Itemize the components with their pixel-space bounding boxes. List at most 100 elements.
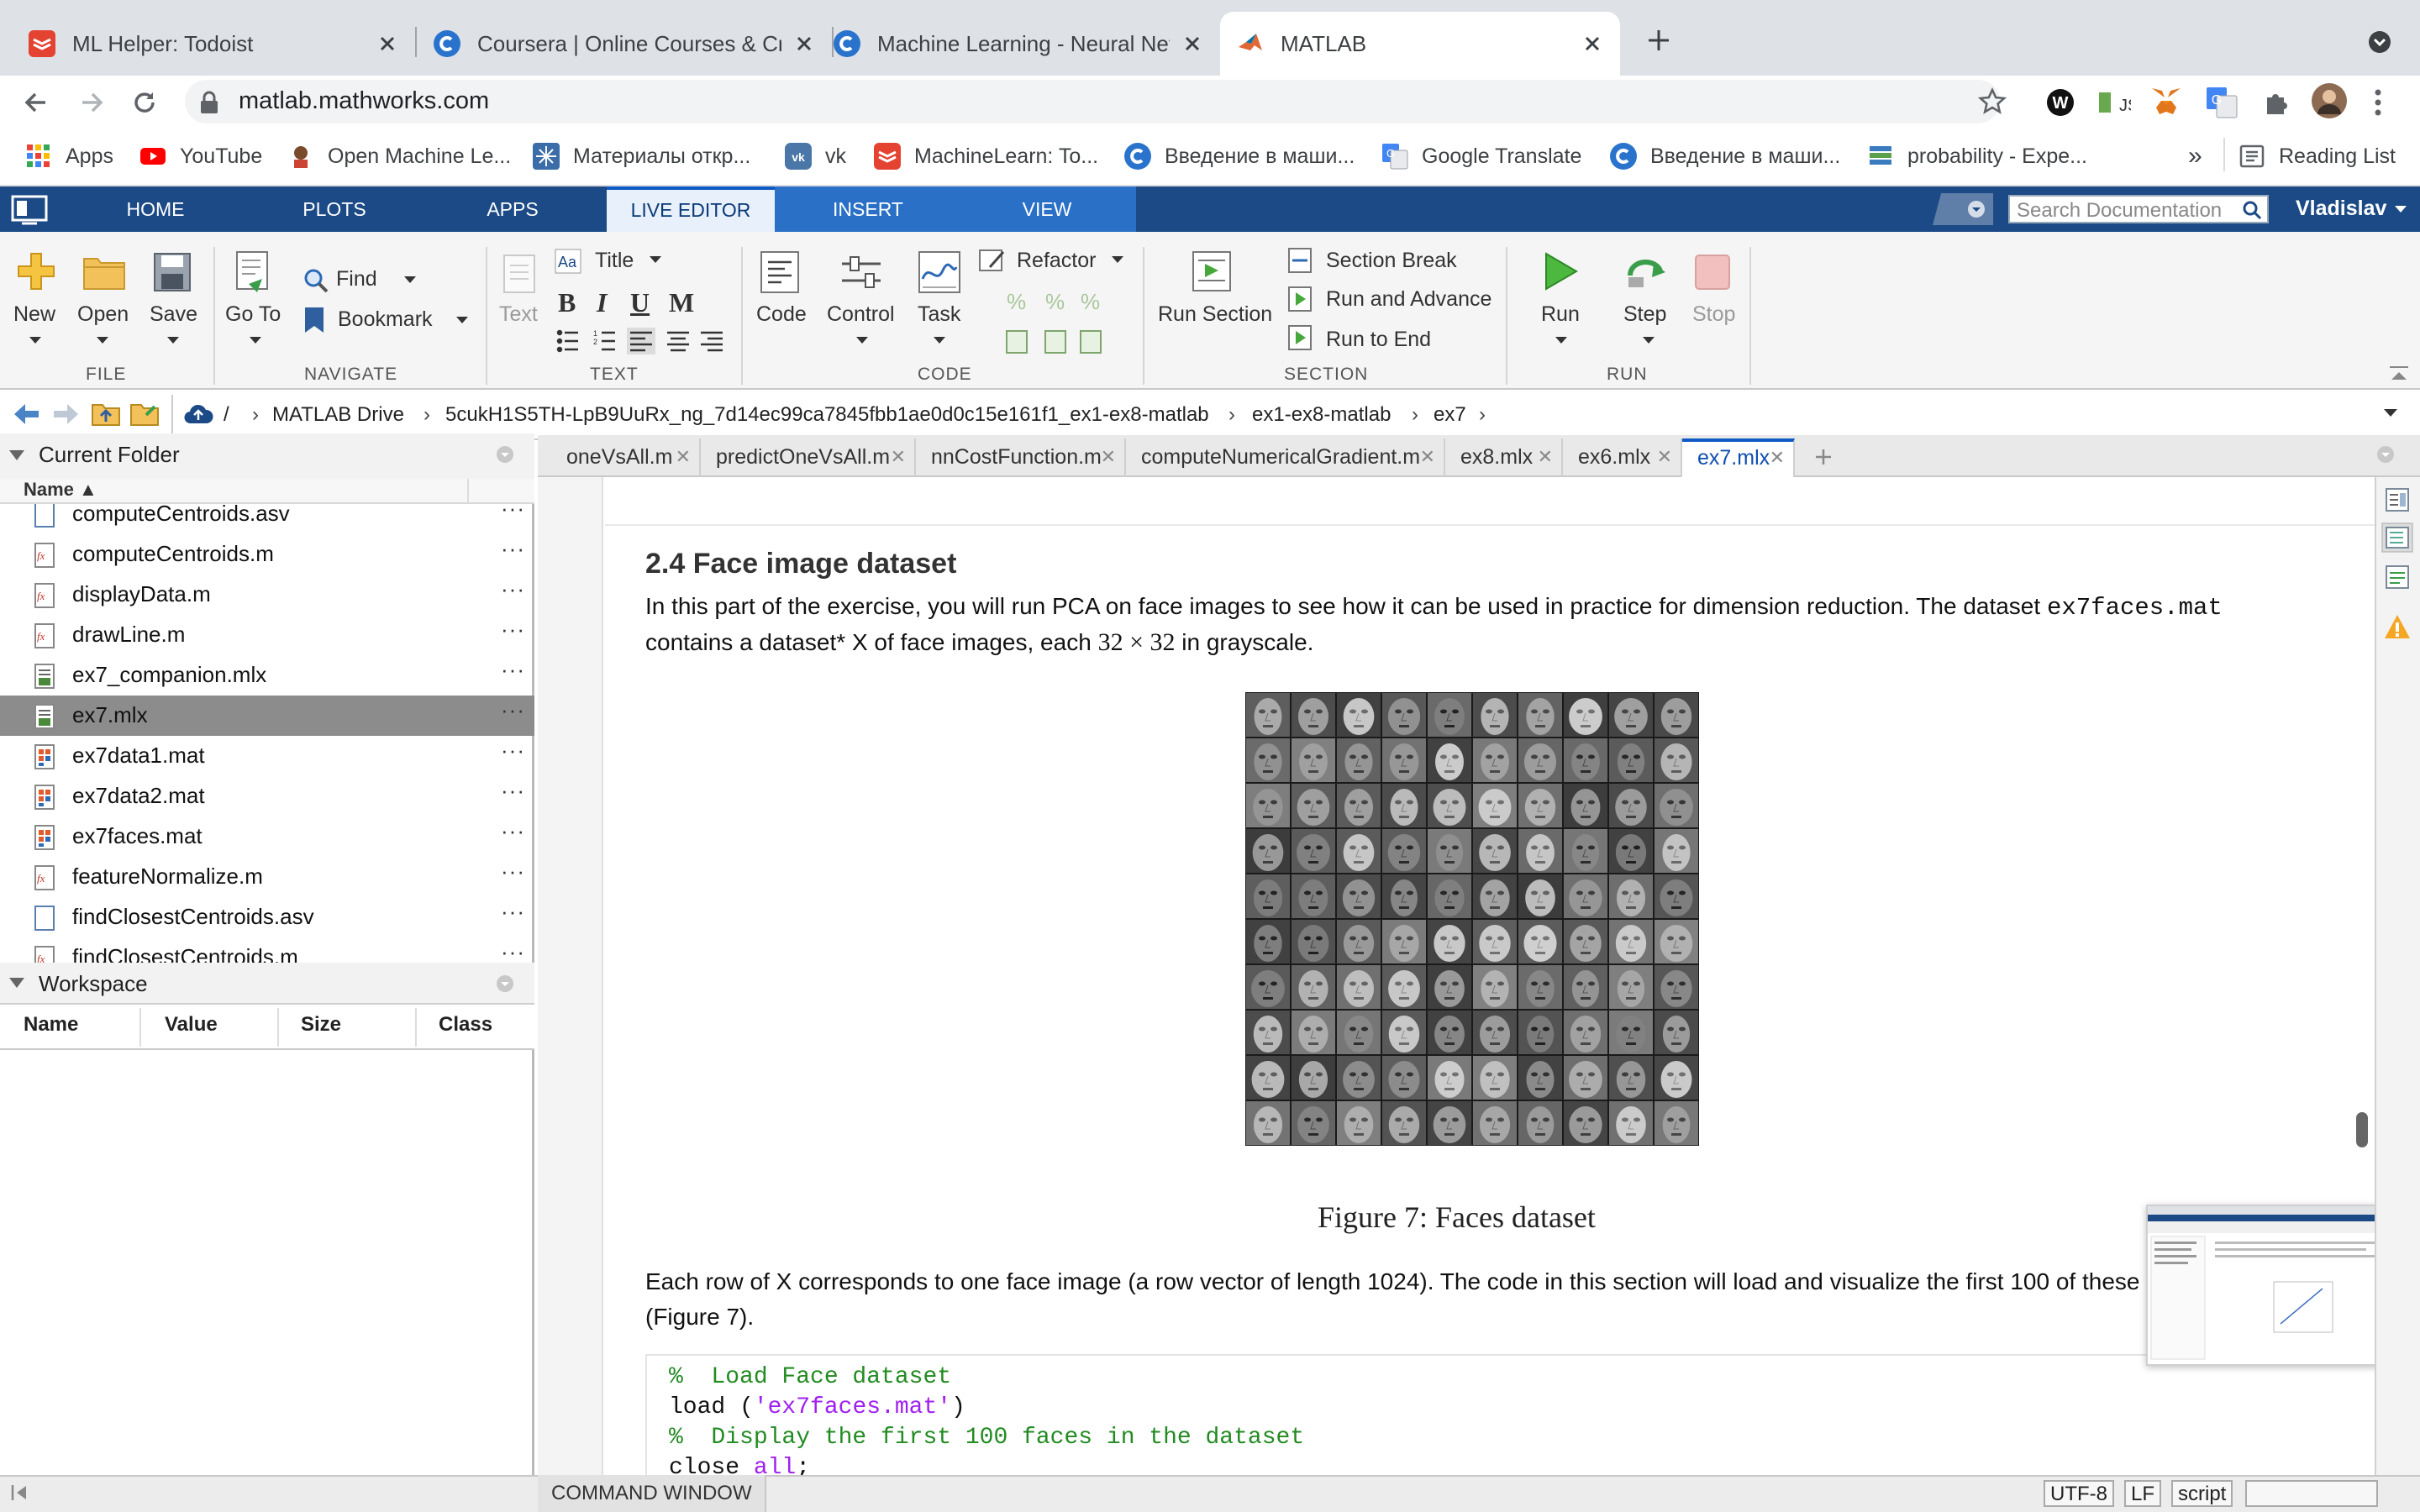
bookmark-machinelearn[interactable]: MachineLearn: To... [874, 141, 1098, 171]
run-section-icon[interactable] [1192, 250, 1234, 294]
user-menu[interactable]: Vladislav [2296, 197, 2386, 221]
task-button[interactable]: Task [918, 302, 960, 327]
bookmark-intro-ml-1[interactable]: Введение в маши... [1124, 141, 1355, 171]
bookmark-materials[interactable]: Материалы откр... [533, 141, 750, 171]
run-to-end-button[interactable]: Run to End [1326, 328, 1431, 352]
find-magnifier-icon[interactable] [302, 267, 329, 294]
breadcrumb-matlab-drive[interactable]: MATLAB Drive [272, 403, 404, 427]
open-button[interactable]: Open [77, 302, 129, 327]
breadcrumb-ex1-ex8[interactable]: ex1-ex8-matlab [1252, 403, 1391, 427]
file-row[interactable]: ex7_companion.mlx ··· [0, 655, 534, 696]
cloud-drive-icon[interactable] [183, 403, 213, 425]
text-document-icon[interactable] [502, 254, 536, 294]
matlab-layout-icon[interactable] [10, 193, 49, 225]
underline-button[interactable]: U [630, 287, 650, 318]
file-row[interactable]: fx computeCentroids.m ··· [0, 534, 534, 575]
close-icon[interactable] [792, 31, 817, 56]
new-dropdown-icon[interactable] [29, 336, 42, 344]
bold-button[interactable]: B [558, 287, 576, 318]
bookmark-button[interactable]: Bookmark [338, 307, 433, 332]
address-history-dropdown-icon[interactable] [2383, 408, 2398, 418]
save-button[interactable]: Save [150, 302, 197, 327]
control-dropdown-icon[interactable] [855, 336, 869, 344]
js-extension-icon[interactable]: JS [2097, 87, 2131, 118]
code-block[interactable]: % Load Face dataset load ('ex7faces.mat'… [645, 1354, 2376, 1481]
lock-icon[interactable] [198, 91, 220, 114]
file-actions-icon[interactable]: ··· [501, 738, 525, 764]
workspace-col-class[interactable]: Class [439, 1013, 492, 1037]
breadcrumb-root[interactable]: / [224, 403, 229, 427]
workspace-col-name[interactable]: Name [24, 1013, 78, 1037]
search-icon[interactable] [2242, 200, 2262, 220]
refactor-dropdown-icon[interactable] [1111, 255, 1124, 264]
kebab-menu-icon[interactable] [2371, 86, 2385, 119]
editor-tab[interactable]: predictOneVsAll.m ✕ [701, 438, 916, 477]
forward-arrow-icon[interactable] [77, 87, 108, 118]
editor-actions-icon[interactable] [2376, 445, 2395, 464]
browser-tab-matlab[interactable]: MATLAB [1220, 12, 1620, 76]
editor-tab[interactable]: ex6.mlx ✕ [1563, 438, 1682, 477]
tab-apps[interactable]: APPS [471, 186, 555, 232]
file-row[interactable]: fx drawLine.m ··· [0, 615, 534, 655]
text-button[interactable]: Text [499, 302, 538, 327]
run-to-end-icon[interactable] [1287, 324, 1314, 351]
url-text[interactable]: matlab.mathworks.com [239, 87, 489, 115]
user-menu-chevron-icon[interactable] [2393, 203, 2408, 215]
bookmark-google-translate[interactable]: G Google Translate [1381, 141, 1581, 171]
refactor-icon[interactable] [978, 247, 1007, 274]
bookmark-intro-ml-2[interactable]: Введение в маши... [1610, 141, 1840, 171]
open-folder-icon[interactable] [82, 254, 126, 291]
browse-folder-icon[interactable] [129, 400, 161, 427]
editor-tab[interactable]: oneVsAll.m ✕ [551, 438, 701, 477]
tab-search-chevron-icon[interactable] [2368, 30, 2391, 54]
up-folder-icon[interactable] [91, 400, 121, 427]
open-dropdown-icon[interactable] [96, 336, 109, 344]
control-slider-icon[interactable] [839, 252, 884, 292]
refactor-button[interactable]: Refactor [1017, 249, 1096, 273]
output-inline-icon[interactable] [2385, 487, 2410, 512]
output-right-icon[interactable] [2381, 522, 2413, 553]
close-tab-icon[interactable]: ✕ [676, 438, 691, 475]
close-tab-icon[interactable]: ✕ [1770, 442, 1785, 474]
bookmark-youtube[interactable]: YouTube [139, 141, 262, 171]
browser-tab-ml-neural[interactable]: Machine Learning - Neural Netw [834, 12, 1220, 76]
save-disk-icon[interactable] [153, 252, 192, 292]
name-column-header[interactable]: Name ▲ [24, 479, 97, 501]
file-row[interactable]: fx findClosestCentroids.m ··· [0, 937, 534, 963]
panel-actions-icon[interactable] [496, 974, 514, 993]
run-button[interactable]: Run [1541, 302, 1580, 327]
file-row[interactable]: computeCentroids.asv ··· [0, 504, 534, 534]
file-actions-icon[interactable]: ··· [501, 617, 525, 643]
section-break-icon[interactable] [1287, 247, 1314, 274]
stop-square-icon[interactable] [1694, 254, 1731, 291]
code-button[interactable]: Code [756, 302, 807, 327]
breadcrumb-ex7[interactable]: ex7 [1434, 403, 1466, 427]
close-tab-icon[interactable]: ✕ [1101, 438, 1116, 475]
find-button[interactable]: Find [336, 267, 377, 291]
command-window-label[interactable]: COMMAND WINDOW [551, 1482, 752, 1505]
title-style-icon[interactable]: Aa [555, 249, 581, 274]
monospace-button[interactable]: M [669, 287, 694, 318]
tab-view[interactable]: VIEW [1005, 186, 1089, 232]
go-to-button[interactable]: Go To [225, 302, 281, 327]
editor-scrollbar-thumb[interactable] [2356, 1112, 2368, 1147]
run-and-advance-icon[interactable] [1287, 286, 1314, 312]
go-to-icon[interactable] [232, 250, 274, 294]
collapse-ribbon-icon[interactable] [2388, 365, 2410, 383]
workspace-col-size[interactable]: Size [301, 1013, 341, 1037]
browser-tab-coursera[interactable]: Coursera | Online Courses & Cr [417, 12, 832, 76]
wordtune-extension-icon[interactable]: W [2045, 87, 2075, 118]
code-icon[interactable] [760, 250, 800, 294]
screenshot-thumbnail[interactable] [2146, 1205, 2396, 1366]
file-row[interactable]: ex7data2.mat ··· [0, 776, 534, 816]
step-dropdown-icon[interactable] [1642, 336, 1655, 344]
control-button[interactable]: Control [827, 302, 895, 327]
run-and-advance-button[interactable]: Run and Advance [1326, 287, 1491, 312]
file-row[interactable]: ex7.mlx ··· [0, 696, 534, 736]
hide-code-icon[interactable] [2385, 564, 2410, 590]
collapse-triangle-icon[interactable] [8, 449, 25, 462]
bookmark-open-ml[interactable]: Open Machine Le... [287, 141, 511, 171]
section-break-button[interactable]: Section Break [1326, 249, 1457, 273]
save-dropdown-icon[interactable] [166, 336, 180, 344]
run-play-icon[interactable] [1541, 250, 1580, 292]
